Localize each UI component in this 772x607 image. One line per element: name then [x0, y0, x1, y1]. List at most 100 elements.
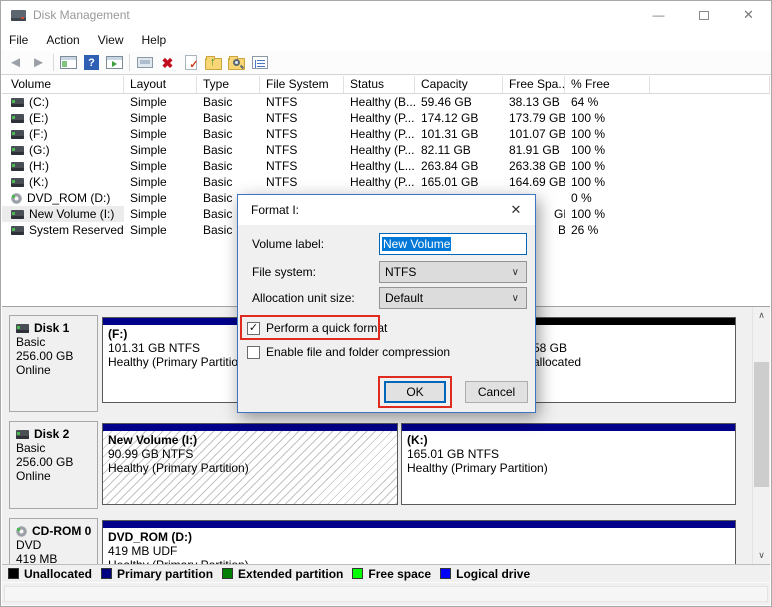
table-row[interactable]: (F:) Simple Basic NTFS Healthy (P... 101… — [2, 126, 770, 142]
maximize-button[interactable] — [681, 1, 726, 29]
chevron-down-icon: ∨ — [758, 550, 765, 561]
back-button[interactable]: ◄ — [4, 52, 27, 73]
chevron-up-icon: ∧ — [758, 310, 765, 321]
menu-help[interactable]: Help — [142, 33, 167, 47]
table-row[interactable]: (E:) Simple Basic NTFS Healthy (P... 174… — [2, 110, 770, 126]
cancel-button[interactable]: Cancel — [465, 381, 528, 403]
menu-action[interactable]: Action — [46, 33, 79, 47]
cell-capacity: 101.31 GB — [415, 126, 503, 142]
cdrom-info[interactable]: CD-ROM 0 DVD 419 MB Online — [9, 518, 98, 564]
folder-up-icon: ↑ — [205, 58, 222, 70]
toolbar: ◄ ► ? ✖ ✓ ↑ — [1, 51, 771, 75]
col-type[interactable]: Type — [197, 76, 260, 93]
disc-icon — [11, 193, 22, 204]
table-header: Volume Layout Type File System Status Ca… — [2, 76, 770, 94]
free-space-swatch — [352, 568, 363, 579]
compression-checkbox[interactable]: Enable file and folder compression — [247, 345, 450, 359]
cell-fs: NTFS — [260, 126, 344, 142]
cell-capacity: 263.84 GB — [415, 158, 503, 174]
legend-unallocated: Unallocated — [8, 567, 92, 581]
properties-button[interactable] — [248, 52, 271, 73]
menu-view[interactable]: View — [98, 33, 124, 47]
chevron-down-icon: ∨ — [512, 289, 519, 309]
cell-pct: 100 % — [565, 206, 650, 222]
cell-layout: Simple — [124, 158, 197, 174]
col-pct-free[interactable]: % Free — [565, 76, 650, 93]
disk2-size: 256.00 GB — [16, 455, 97, 469]
cdrom-size: 419 MB — [16, 552, 97, 564]
cell-volume: (C:) — [2, 94, 124, 110]
menu-file[interactable]: File — [9, 33, 28, 47]
disk1-info[interactable]: Disk 1 Basic 256.00 GB Online — [9, 315, 98, 412]
cell-free: 101.07 GB — [503, 126, 565, 142]
quick-format-checkbox[interactable]: ✓ Perform a quick format — [247, 321, 387, 335]
folder-search-button[interactable] — [225, 52, 248, 73]
minimize-button[interactable]: — — [636, 1, 681, 29]
cell-pct: 0 % — [565, 190, 650, 206]
cell-volume: (H:) — [2, 158, 124, 174]
cell-layout: Simple — [124, 190, 197, 206]
dialog-close-button[interactable]: ✕ — [506, 201, 526, 219]
legend-free-space: Free space — [352, 567, 431, 581]
disk-management-window: Disk Management — ✕ File Action View Hel… — [0, 0, 772, 607]
up-arrow-icon: ↑ — [210, 56, 216, 68]
check-document-button[interactable]: ✓ — [179, 52, 202, 73]
unallocated-swatch — [8, 568, 19, 579]
cell-layout: Simple — [124, 206, 197, 222]
col-status[interactable]: Status — [344, 76, 415, 93]
checkbox-checked-icon: ✓ — [247, 322, 260, 335]
disk2-graphic: New Volume (I:) 90.99 GB NTFS Healthy (P… — [100, 421, 739, 509]
scroll-up-button[interactable]: ∧ — [753, 307, 770, 324]
action-pane-button[interactable] — [103, 52, 126, 73]
help-button[interactable]: ? — [80, 52, 103, 73]
col-capacity[interactable]: Capacity — [415, 76, 503, 93]
table-row[interactable]: (G:) Simple Basic NTFS Healthy (P... 82.… — [2, 142, 770, 158]
folder-up-button[interactable]: ↑ — [202, 52, 225, 73]
chevron-down-icon: ∨ — [512, 263, 519, 283]
col-layout[interactable]: Layout — [124, 76, 197, 93]
close-icon: ✕ — [511, 202, 522, 218]
col-volume[interactable]: Volume — [2, 76, 124, 93]
compression-label: Enable file and folder compression — [266, 345, 450, 359]
cell-type: Basic — [197, 110, 260, 126]
delete-button[interactable]: ✖ — [156, 52, 179, 73]
table-row[interactable]: (C:) Simple Basic NTFS Healthy (B... 59.… — [2, 94, 770, 110]
folder-search-icon — [228, 58, 245, 70]
cell-volume: (E:) — [2, 110, 124, 126]
table-row[interactable]: (H:) Simple Basic NTFS Healthy (L... 263… — [2, 158, 770, 174]
disk2-info[interactable]: Disk 2 Basic 256.00 GB Online — [9, 421, 98, 509]
partition-k[interactable]: (K:) 165.01 GB NTFS Healthy (Primary Par… — [401, 423, 736, 505]
volume-label-input[interactable]: New Volume — [379, 233, 527, 255]
cell-free: 173.79 GB — [503, 110, 565, 126]
status-message-area — [4, 586, 768, 602]
scroll-down-button[interactable]: ∨ — [753, 547, 770, 564]
cell-volume: DVD_ROM (D:) — [2, 190, 124, 206]
volume-icon — [11, 226, 24, 235]
volume-icon — [11, 114, 24, 123]
file-system-select[interactable]: NTFS ∨ — [379, 261, 527, 283]
cell-fs: NTFS — [260, 110, 344, 126]
scrollbar-thumb[interactable] — [754, 362, 769, 487]
volume-icon — [11, 146, 24, 155]
maximize-icon — [699, 11, 709, 20]
volume-icon — [11, 98, 24, 107]
close-button[interactable]: ✕ — [726, 1, 771, 29]
disc-icon — [16, 526, 27, 537]
primary-partition-bar — [103, 521, 735, 528]
forward-button[interactable]: ► — [27, 52, 50, 73]
partition-new-volume[interactable]: New Volume (I:) 90.99 GB NTFS Healthy (P… — [102, 423, 398, 505]
delete-icon: ✖ — [162, 56, 174, 70]
cell-fs: NTFS — [260, 142, 344, 158]
cell-status: Healthy (P... — [344, 110, 415, 126]
col-file-system[interactable]: File System — [260, 76, 344, 93]
partition-dvd[interactable]: DVD_ROM (D:) 419 MB UDF Healthy (Primary… — [102, 520, 736, 564]
vertical-scrollbar[interactable]: ∧ ∨ — [752, 307, 769, 564]
ok-button[interactable]: OK — [384, 381, 446, 403]
console-tree-button[interactable] — [57, 52, 80, 73]
table-row[interactable]: (K:) Simple Basic NTFS Healthy (P... 165… — [2, 174, 770, 190]
disk1-size: 256.00 GB — [16, 349, 97, 363]
col-free-space[interactable]: Free Spa... — [503, 76, 565, 93]
computer-button[interactable] — [133, 52, 156, 73]
allocation-unit-select[interactable]: Default ∨ — [379, 287, 527, 309]
primary-partition-bar — [103, 424, 397, 431]
